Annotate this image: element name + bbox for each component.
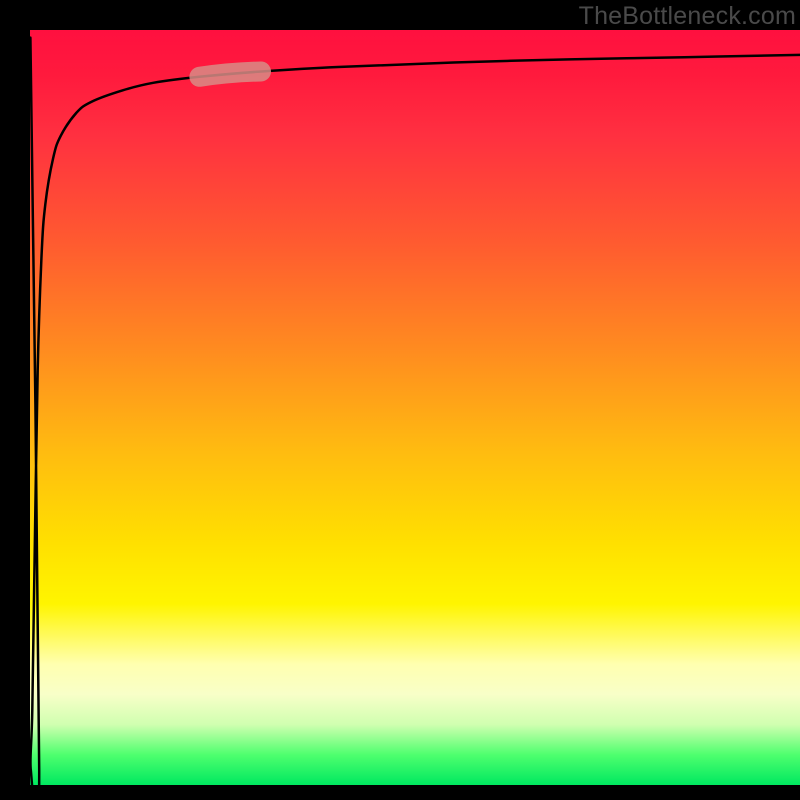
curve-overlay bbox=[0, 0, 800, 800]
highlight-segment bbox=[199, 72, 261, 77]
chart-frame: TheBottleneck.com bbox=[0, 0, 800, 800]
bottleneck-curve bbox=[30, 38, 800, 800]
watermark-text: TheBottleneck.com bbox=[579, 2, 796, 31]
